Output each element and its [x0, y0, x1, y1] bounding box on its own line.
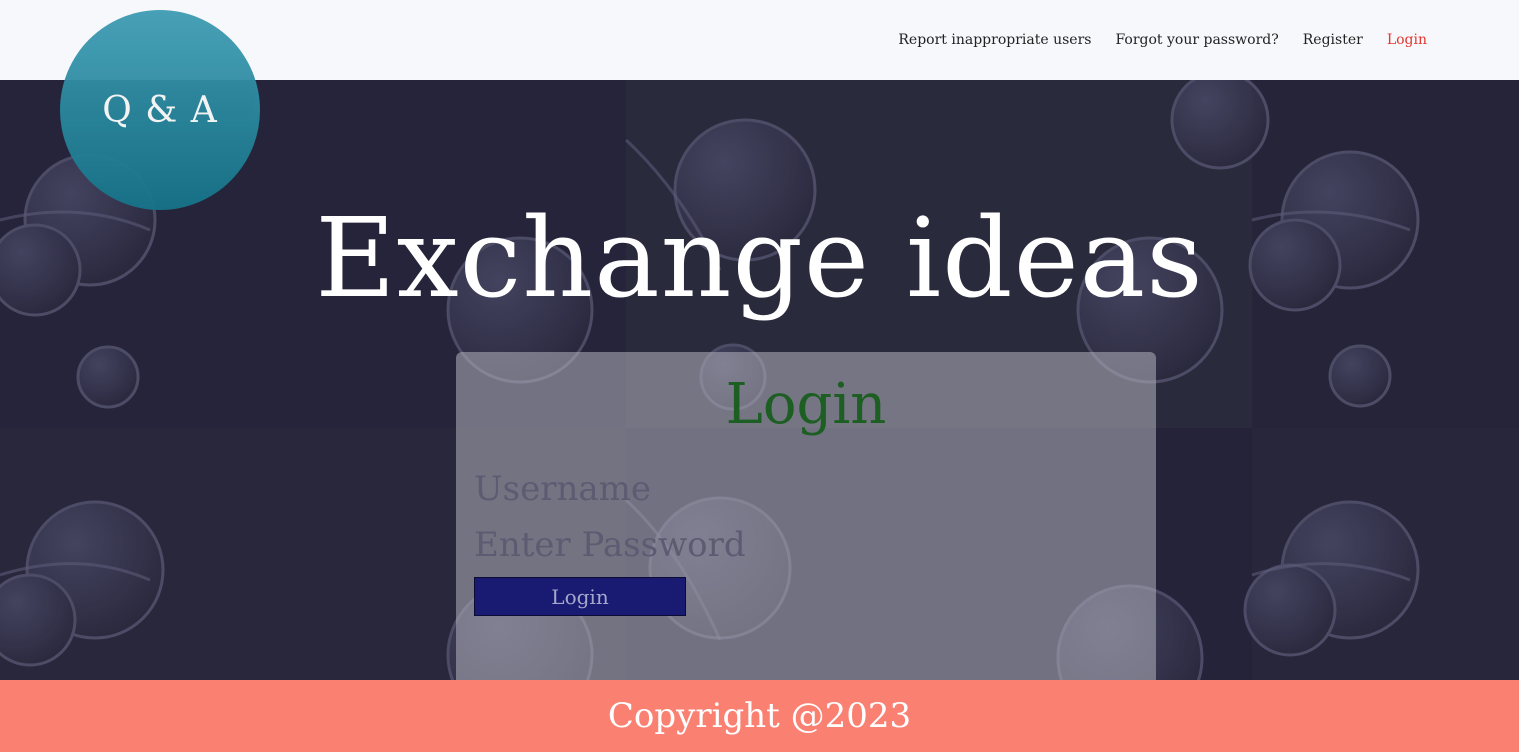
logo-text: Q & A	[102, 89, 218, 131]
nav-link-register[interactable]: Register	[1303, 31, 1363, 49]
hero-headline: Exchange ideas	[315, 194, 1204, 322]
login-form-title: Login	[725, 372, 887, 437]
nav-link-forgot-password[interactable]: Forgot your password?	[1115, 31, 1278, 49]
qa-logo[interactable]: Q & A	[60, 10, 260, 210]
copyright-text: Copyright @2023	[607, 696, 912, 736]
login-panel: Login Login	[456, 352, 1156, 680]
footer: Copyright @2023	[0, 680, 1519, 752]
nav-links: Report inappropriate users Forgot your p…	[898, 31, 1427, 49]
nav-link-login[interactable]: Login	[1387, 31, 1427, 49]
nav-link-report-users[interactable]: Report inappropriate users	[898, 31, 1091, 49]
username-input[interactable]	[474, 464, 974, 514]
login-submit-button[interactable]: Login	[474, 577, 686, 616]
password-input[interactable]	[474, 520, 974, 570]
